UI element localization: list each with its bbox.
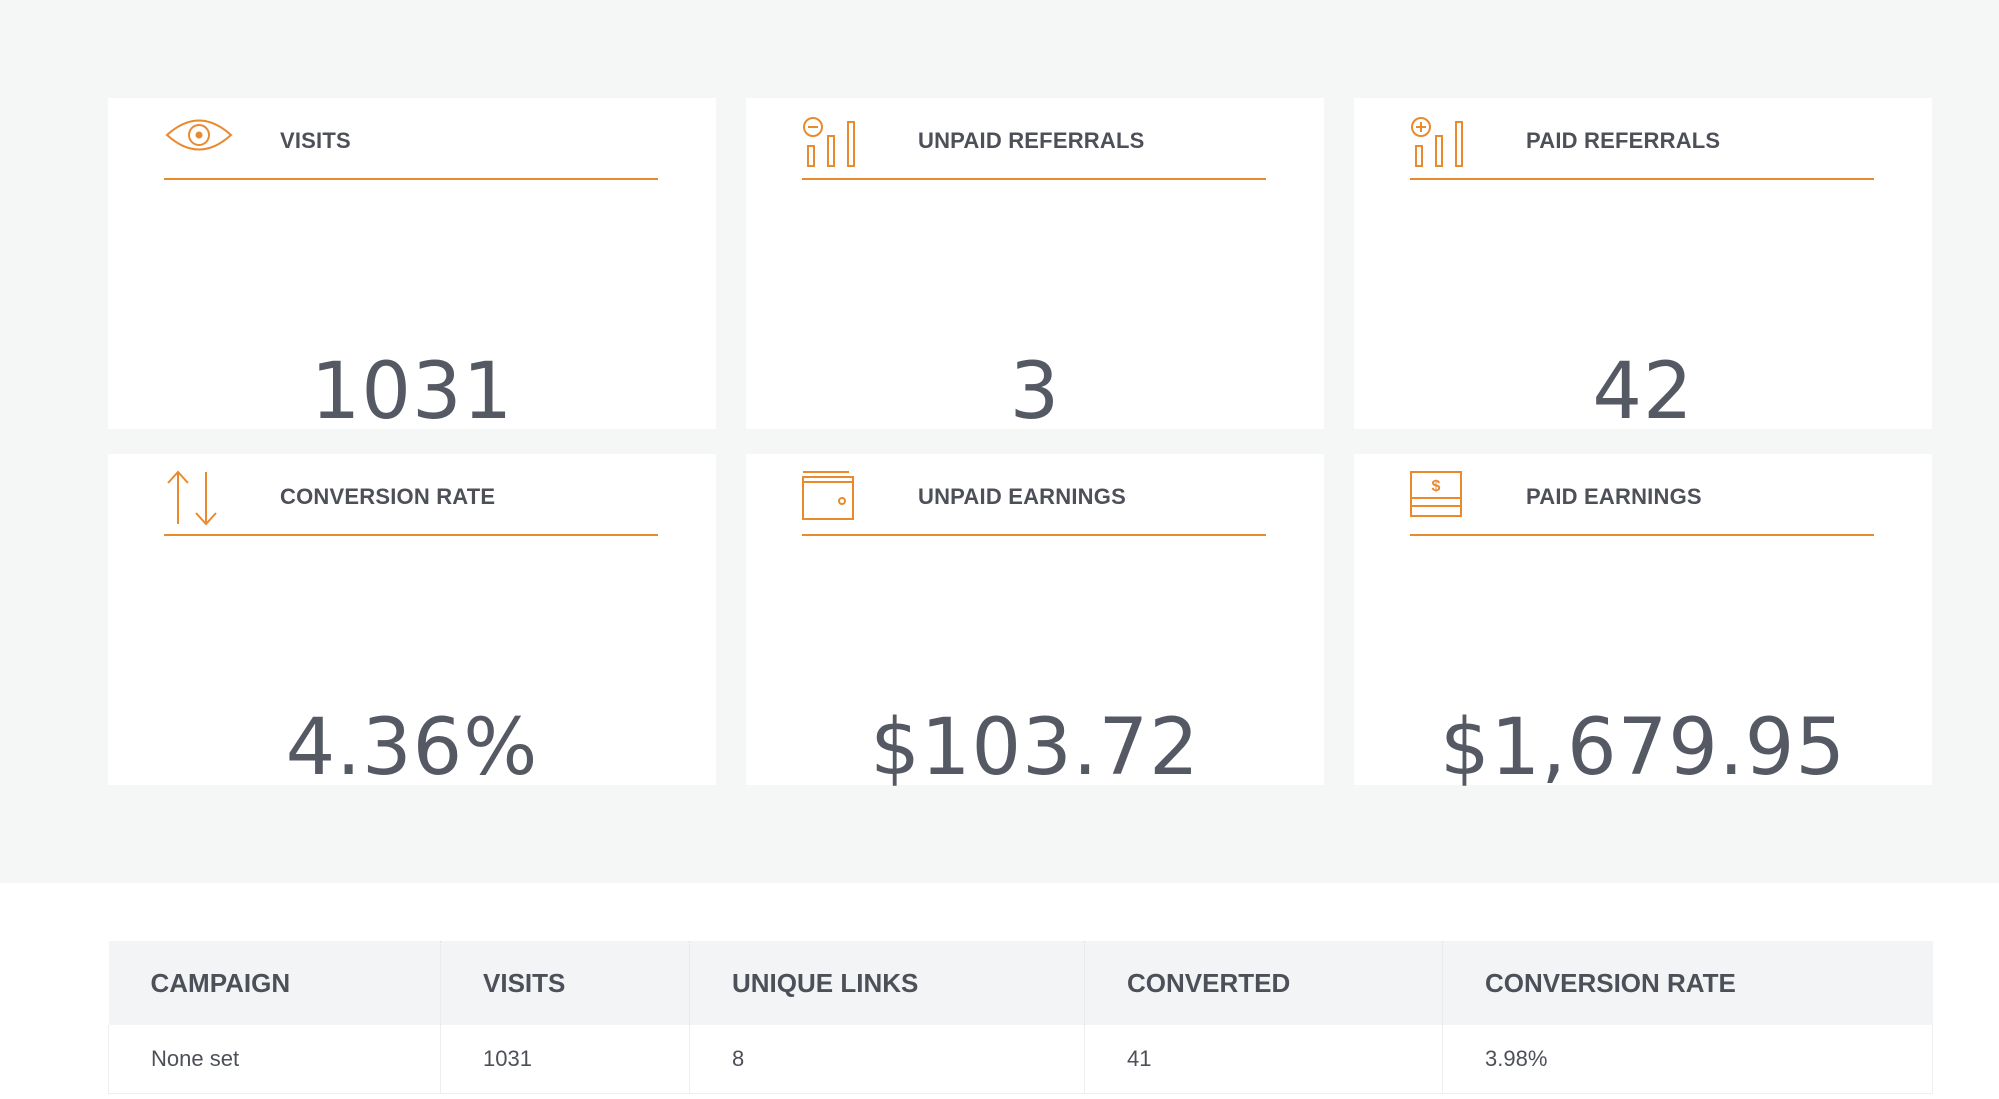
card-header: UNPAID REFERRALS: [802, 98, 1266, 180]
column-header-unique-links[interactable]: UNIQUE LINKS: [689, 941, 1085, 1025]
stat-card-unpaid-earnings: UNPAID EARNINGS $103.72: [746, 454, 1324, 793]
card-title: UNPAID EARNINGS: [918, 484, 1126, 509]
card-value: 4.36%: [285, 703, 539, 793]
card-header: UNPAID EARNINGS: [802, 454, 1266, 536]
card-header: CONVERSION RATE: [164, 454, 658, 536]
up-down-arrows-icon: [164, 468, 234, 526]
card-header: PAID REFERRALS: [1410, 98, 1874, 180]
card-title: PAID EARNINGS: [1526, 484, 1702, 509]
column-header-visits[interactable]: VISITS: [440, 941, 690, 1025]
card-title: PAID REFERRALS: [1526, 128, 1721, 153]
cell-unique-links: 8: [689, 1025, 1085, 1093]
cell-conversion-rate: 3.98%: [1442, 1025, 1933, 1093]
stats-section: VISITS 1031 UNPAID REFERRALS 3 PAID REFE…: [0, 0, 1999, 883]
bar-chart-plus-icon: [1410, 98, 1480, 167]
card-value: $1,679.95: [1440, 703, 1846, 793]
cell-visits: 1031: [440, 1025, 690, 1093]
card-title: UNPAID REFERRALS: [918, 128, 1145, 153]
svg-text:$: $: [1432, 478, 1441, 495]
eye-icon: [164, 116, 234, 172]
cash-icon: $: [1410, 471, 1480, 527]
table-row: None set 1031 8 41 3.98%: [108, 1025, 1933, 1093]
cell-campaign: None set: [108, 1025, 441, 1093]
table-header-row: CAMPAIGN VISITS UNIQUE LINKS CONVERTED C…: [108, 941, 1933, 1025]
column-header-converted[interactable]: CONVERTED: [1084, 941, 1443, 1025]
card-header: $ PAID EARNINGS: [1410, 454, 1874, 536]
bar-chart-minus-icon: [802, 98, 872, 167]
card-header: VISITS: [164, 98, 658, 180]
wallet-icon: [802, 471, 872, 527]
stat-card-paid-referrals: PAID REFERRALS 42: [1354, 98, 1932, 437]
stat-card-conversion-rate: CONVERSION RATE 4.36%: [108, 454, 716, 793]
card-value: 42: [1592, 347, 1694, 437]
stat-card-paid-earnings: $ PAID EARNINGS $1,679.95: [1354, 454, 1932, 793]
card-value: 3: [1009, 347, 1061, 437]
stat-card-visits: VISITS 1031: [108, 98, 716, 437]
column-header-campaign[interactable]: CAMPAIGN: [108, 941, 441, 1025]
stat-card-unpaid-referrals: UNPAID REFERRALS 3: [746, 98, 1324, 437]
card-value: 1031: [310, 347, 514, 437]
card-title: VISITS: [280, 128, 351, 153]
cell-converted: 41: [1084, 1025, 1443, 1093]
card-title: CONVERSION RATE: [280, 484, 496, 509]
card-value: $103.72: [870, 703, 1200, 793]
campaign-table: CAMPAIGN VISITS UNIQUE LINKS CONVERTED C…: [108, 941, 1933, 1093]
column-header-conversion-rate[interactable]: CONVERSION RATE: [1442, 941, 1933, 1025]
campaign-table-container: CAMPAIGN VISITS UNIQUE LINKS CONVERTED C…: [108, 941, 1933, 1094]
